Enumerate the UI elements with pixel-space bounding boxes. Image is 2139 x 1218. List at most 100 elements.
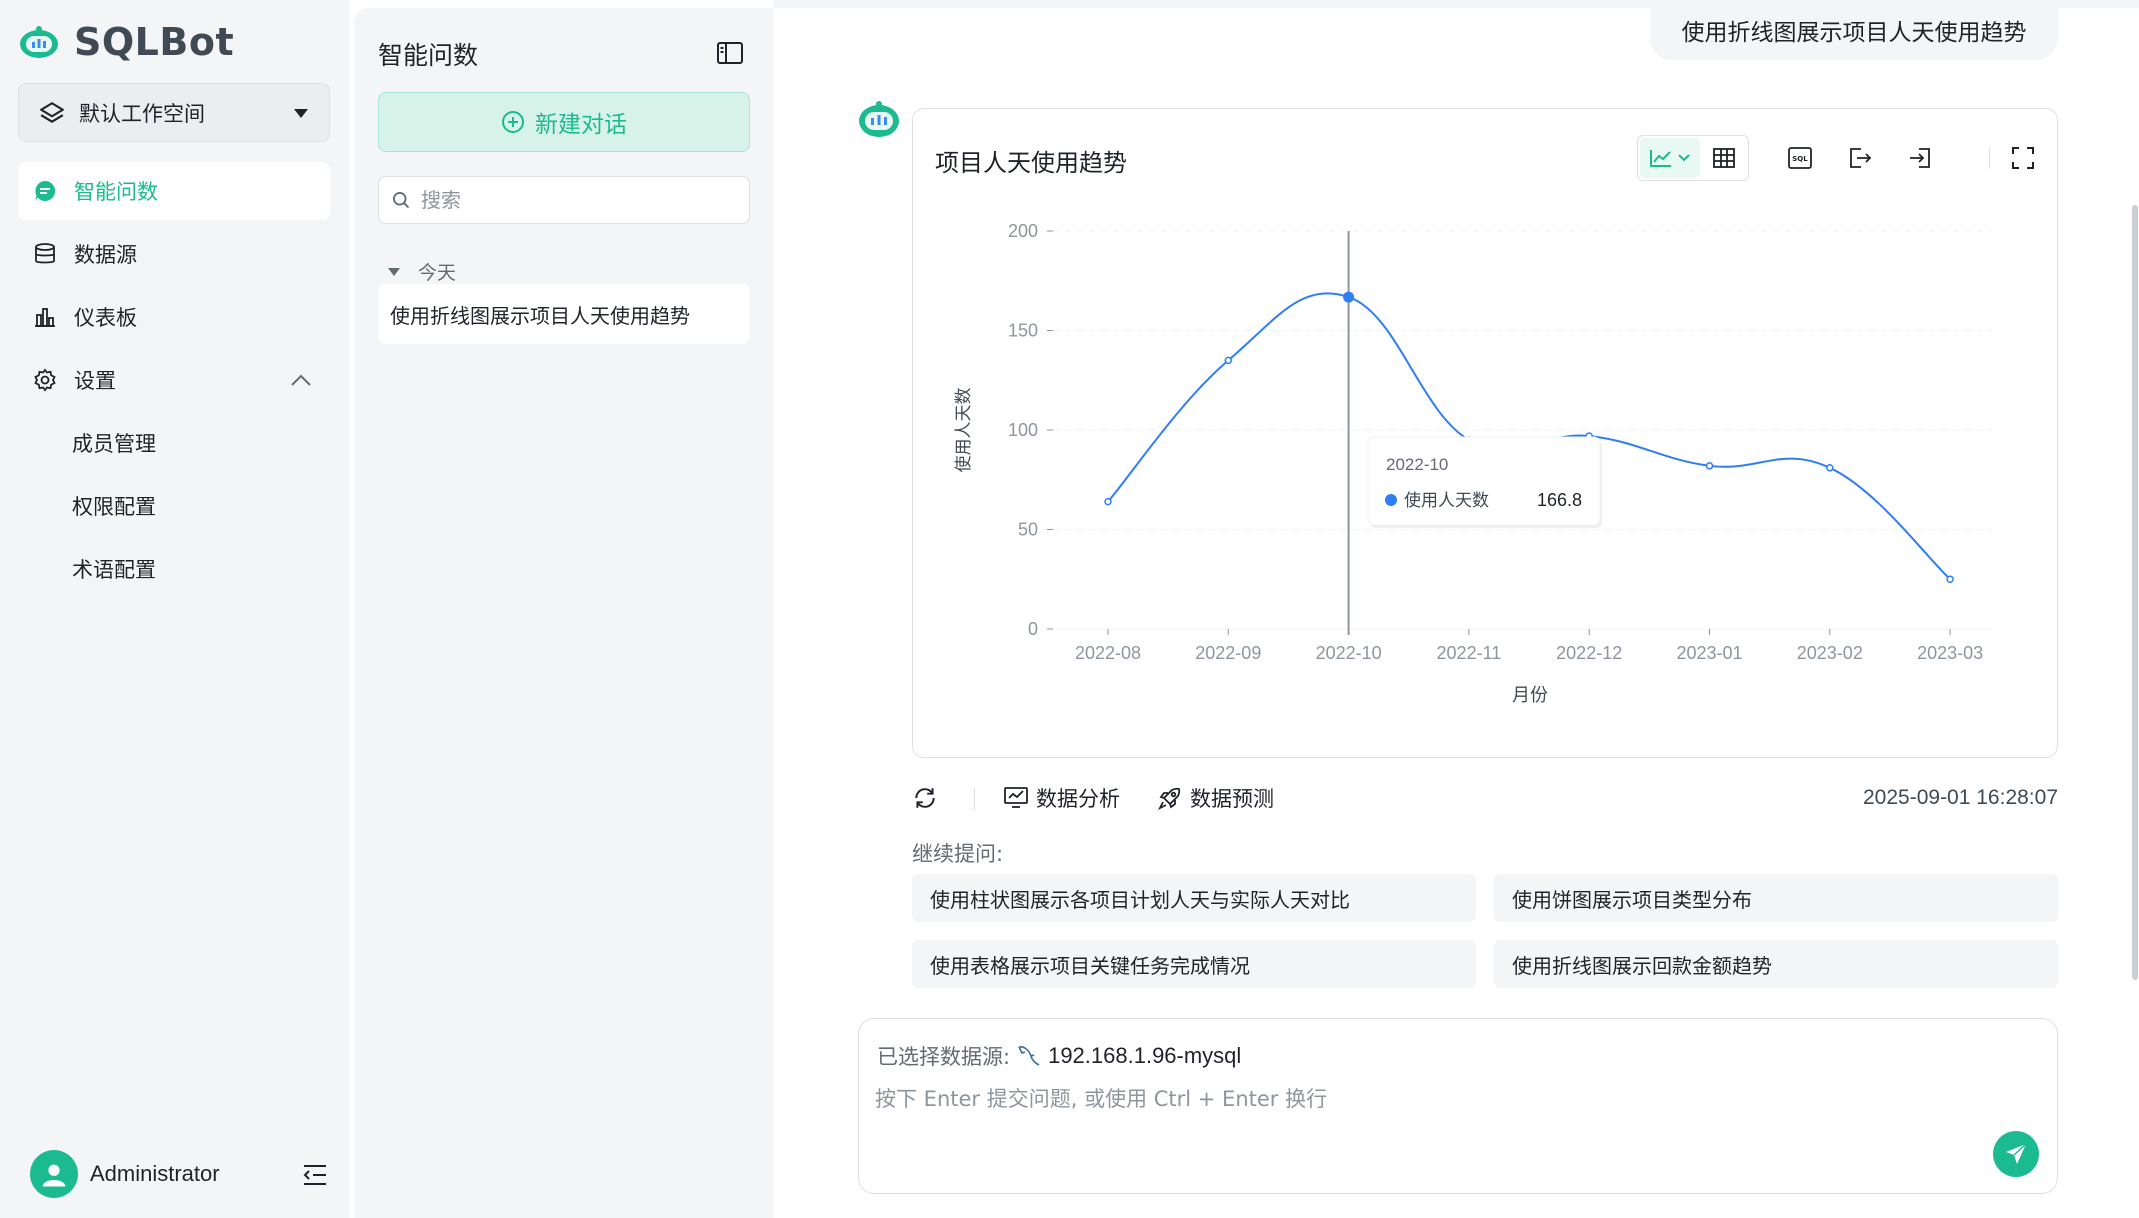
rocket-icon [1158, 787, 1181, 810]
x-tick-label: 2022-12 [1556, 643, 1622, 663]
left-nav: SQLBot 默认工作空间 智能问数 数据源 仪表板 设置 成员管理 权限配置 … [0, 0, 350, 1218]
nav-label: 设置 [74, 369, 116, 393]
actions-divider [974, 788, 975, 810]
sidebar-toggle-icon [717, 42, 743, 64]
x-tick-label: 2022-10 [1316, 643, 1382, 663]
new-chat-button[interactable]: 新建对话 [378, 92, 750, 152]
datasource-label: 已选择数据源: [877, 1045, 1011, 1069]
nav-label: 仪表板 [74, 306, 137, 330]
nav-label: 智能问数 [74, 180, 158, 204]
plus-circle-icon [502, 111, 524, 133]
mysql-icon [1018, 1046, 1040, 1066]
caret-down-icon [388, 267, 400, 276]
x-tick-label: 2022-08 [1075, 643, 1141, 663]
history-item[interactable]: 使用折线图展示项目人天使用趋势 [378, 284, 750, 344]
nav-sub-term-config[interactable]: 术语配置 [72, 554, 156, 584]
new-chat-label: 新建对话 [535, 112, 627, 138]
search-input[interactable] [421, 188, 721, 212]
line-chart: 0 50 100 150 200 2022-08 2022-09 2022-10 2022-11… [953, 221, 1993, 706]
nav-item-settings[interactable]: 设置 [18, 351, 330, 409]
tooltip-value: 166.8 [1537, 490, 1582, 510]
chat-area: 使用折线图展示项目人天使用趋势 项目人天使用趋势 SQL 0 50 100 15… [774, 0, 2139, 1218]
tooltip-series-name: 使用人天数 [1404, 490, 1489, 511]
data-point [1343, 291, 1355, 303]
nav-item-dashboard[interactable]: 仪表板 [18, 288, 330, 346]
data-point [1224, 356, 1233, 365]
suggestion-chip[interactable]: 使用表格展示项目关键任务完成情况 [912, 940, 1476, 988]
data-analysis-label: 数据分析 [1036, 787, 1120, 811]
user-name: Administrator [90, 1161, 220, 1186]
data-point [1104, 497, 1112, 506]
layers-icon [40, 101, 64, 123]
user-icon [42, 1164, 66, 1187]
tooltip-series-dot [1385, 494, 1397, 506]
data-point [1946, 575, 1954, 583]
chart-card: 项目人天使用趋势 SQL 0 50 100 150 200 2022-08 20… [912, 108, 2058, 758]
history-group-today[interactable]: 今天 [388, 258, 456, 285]
x-tick-label: 2022-11 [1437, 643, 1502, 663]
scrollbar[interactable] [2132, 205, 2138, 980]
series-line [1107, 292, 1951, 580]
y-tick-label: 50 [1018, 520, 1038, 540]
avatar [30, 1150, 78, 1198]
history-panel: 智能问数 新建对话 今天 使用折线图展示项目人天使用趋势 [354, 8, 774, 1218]
analysis-icon [1004, 787, 1028, 808]
x-tick-label: 2023-03 [1917, 643, 1983, 663]
gear-icon [32, 367, 58, 393]
datasource-indicator[interactable]: 已选择数据源: 192.168.1.96-mysql [877, 1041, 1241, 1071]
follow-up-label: 继续提问: [912, 842, 1004, 866]
chat-icon [32, 178, 58, 204]
history-group-label: 今天 [418, 262, 457, 284]
nav-item-datasource[interactable]: 数据源 [18, 225, 330, 283]
refresh-icon [915, 788, 935, 808]
send-icon [2006, 1143, 2027, 1164]
sqlbot-logo-icon [20, 26, 58, 58]
x-tick-label: 2022-09 [1195, 643, 1261, 663]
send-button[interactable] [1993, 1131, 2039, 1177]
y-tick-label: 150 [1008, 321, 1038, 341]
app-name: SQLBot [74, 20, 235, 64]
nav-sub-permission-config[interactable]: 权限配置 [72, 491, 156, 521]
datasource-name: 192.168.1.96-mysql [1048, 1043, 1242, 1068]
data-predict-label: 数据预测 [1190, 787, 1274, 811]
user-profile[interactable]: Administrator [30, 1150, 220, 1198]
y-tick-label: 0 [1028, 619, 1038, 639]
data-point [1705, 462, 1714, 470]
nav-label: 数据源 [74, 243, 137, 267]
y-tick-label: 100 [1008, 420, 1038, 440]
collapse-sidebar-button[interactable] [300, 1160, 330, 1190]
dashboard-icon [32, 304, 58, 330]
workspace-selector[interactable]: 默认工作空间 [18, 83, 330, 142]
x-tick-label: 2023-01 [1676, 643, 1742, 663]
bot-avatar-icon [859, 101, 899, 137]
message-timestamp: 2025-09-01 16:28:07 [1863, 786, 2058, 809]
tooltip-box [1367, 436, 1601, 526]
data-analysis-button[interactable]: 数据分析 [1004, 778, 1120, 818]
suggestion-chip[interactable]: 使用折线图展示回款金额趋势 [1494, 940, 2058, 988]
nav-sub-member-management[interactable]: 成员管理 [72, 428, 156, 458]
data-point [1826, 464, 1834, 472]
menu-fold-icon [303, 1165, 326, 1185]
app-logo[interactable]: SQLBot [18, 20, 234, 64]
tooltip-title: 2022-10 [1386, 455, 1448, 474]
user-message-bubble: 使用折线图展示项目人天使用趋势 [1650, 0, 2058, 60]
chat-input-box: 已选择数据源: 192.168.1.96-mysql [858, 1018, 2058, 1194]
y-tick-label: 200 [1008, 221, 1038, 241]
database-icon [32, 241, 58, 267]
suggestion-chip[interactable]: 使用柱状图展示各项目计划人天与实际人天对比 [912, 874, 1476, 922]
workspace-label: 默认工作空间 [79, 101, 205, 126]
toggle-history-button[interactable] [715, 38, 745, 68]
nav-item-smart-query[interactable]: 智能问数 [18, 162, 330, 220]
chevron-up-icon [291, 374, 311, 386]
question-input[interactable] [875, 1083, 1975, 1123]
data-predict-button[interactable]: 数据预测 [1158, 778, 1274, 818]
history-title: 智能问数 [378, 41, 479, 70]
message-actions: 数据分析 数据预测 2025-09-01 16:28:07 [912, 778, 2058, 818]
regenerate-button[interactable] [912, 778, 938, 818]
x-tick-label: 2023-02 [1797, 643, 1863, 663]
suggestion-chip[interactable]: 使用饼图展示项目类型分布 [1494, 874, 2058, 922]
caret-down-icon [294, 108, 308, 118]
y-axis-title: 使用人天数 [953, 388, 974, 473]
x-axis-title: 月份 [1512, 685, 1548, 706]
history-search[interactable] [378, 176, 750, 224]
